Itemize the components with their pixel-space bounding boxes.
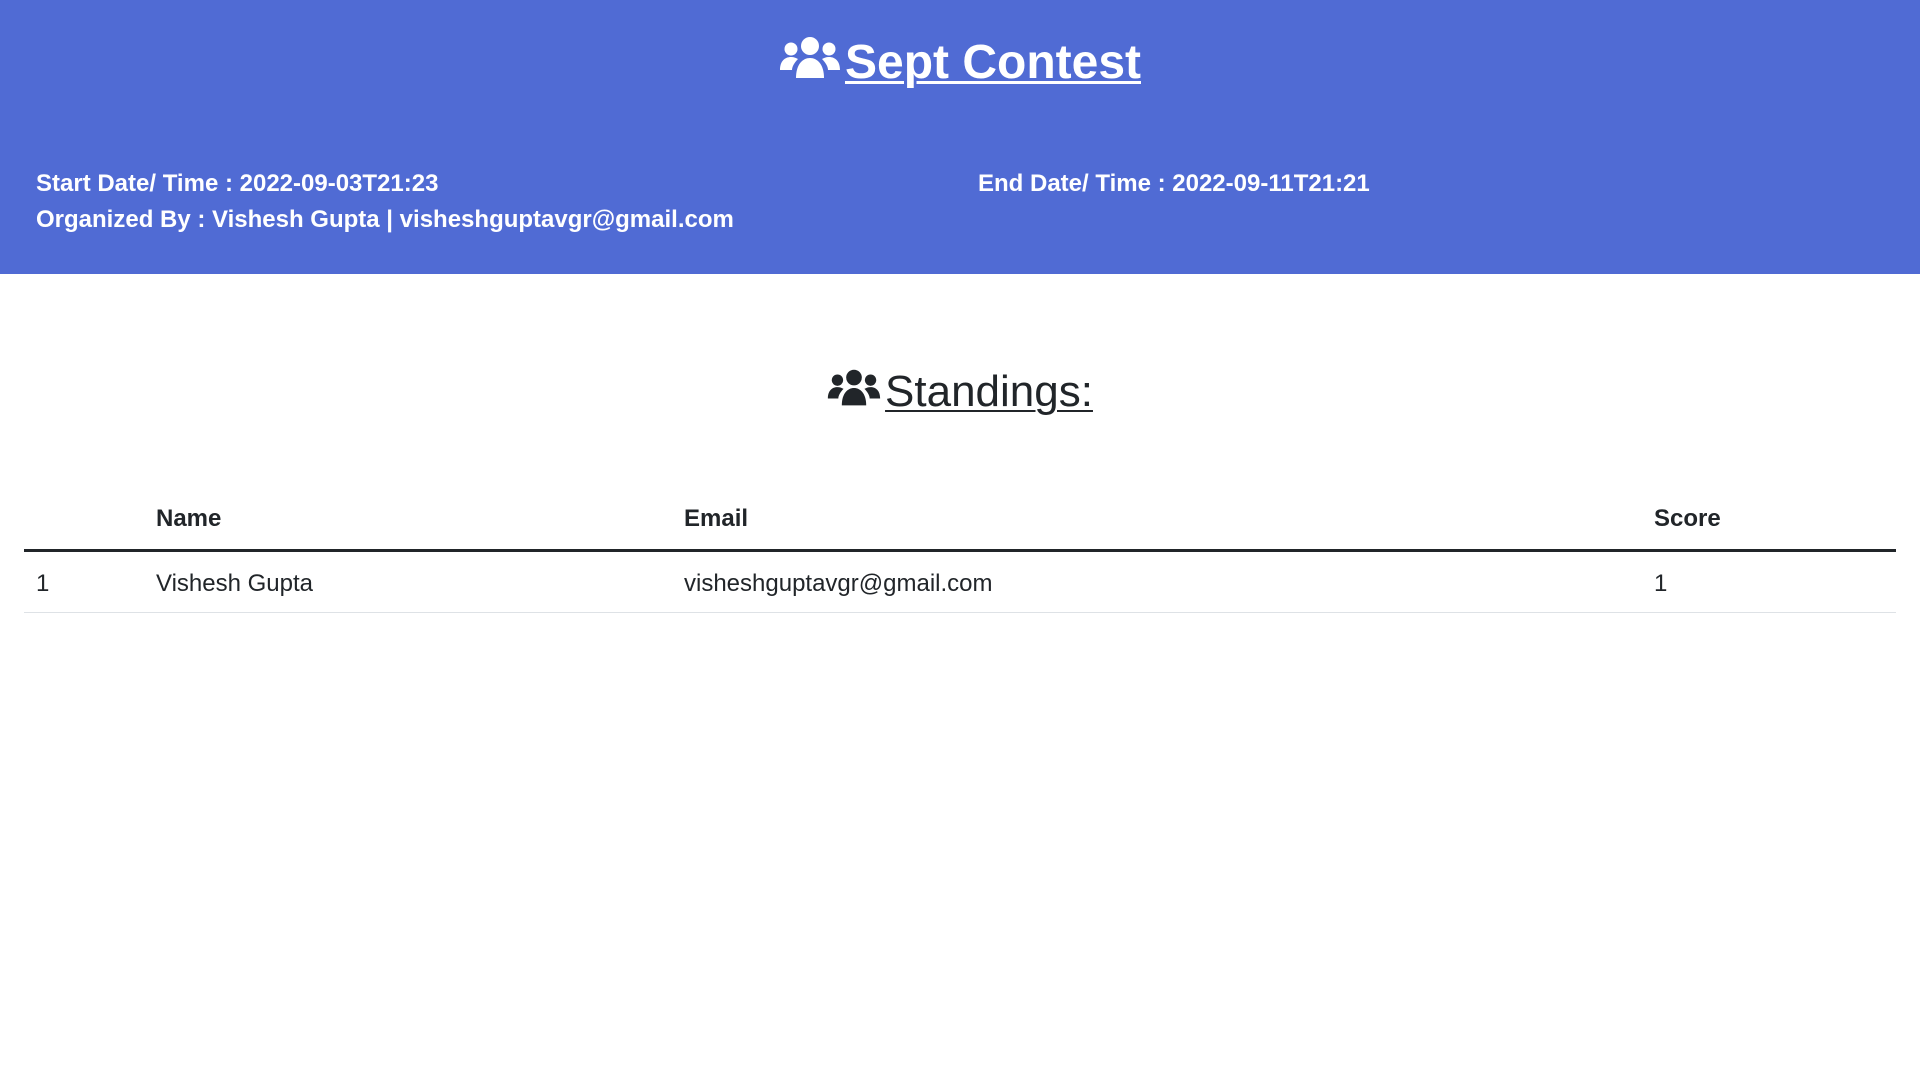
start-datetime: Start Date/ Time : 2022-09-03T21:23 xyxy=(36,166,438,202)
users-icon xyxy=(779,37,840,78)
end-datetime: End Date/ Time : 2022-09-11T21:21 xyxy=(978,166,1370,202)
contest-header: Sept Contest Start Date/ Time : 2022-09-… xyxy=(0,0,1920,274)
organized-label: Organized By : xyxy=(36,206,213,233)
standings-table: Name Email Score 1 Vishesh Gupta vishesh… xyxy=(24,494,1896,613)
contest-title: Sept Contest xyxy=(0,30,1920,96)
organized-by: Organized By : Vishesh Gupta | visheshgu… xyxy=(36,202,734,238)
column-header-score: Score xyxy=(1642,494,1896,552)
contest-title-link[interactable]: Sept Contest xyxy=(779,36,1141,89)
cell-score: 1 xyxy=(1642,550,1896,613)
standings-heading: Standings: xyxy=(0,362,1920,422)
standings-table-container: Name Email Score 1 Vishesh Gupta vishesh… xyxy=(24,494,1896,613)
cell-email: visheshguptavgr@gmail.com xyxy=(672,550,1642,613)
table-header-row: Name Email Score xyxy=(24,494,1896,552)
cell-name: Vishesh Gupta xyxy=(144,550,672,613)
contest-title-text: Sept Contest xyxy=(844,36,1141,89)
cell-rank: 1 xyxy=(24,550,144,613)
end-value: 2022-09-11T21:21 xyxy=(1172,170,1370,197)
table-row: 1 Vishesh Gupta visheshguptavgr@gmail.co… xyxy=(24,550,1896,613)
users-icon xyxy=(827,369,881,406)
organizer-value: Vishesh Gupta | visheshguptavgr@gmail.co… xyxy=(212,206,734,233)
column-header-rank xyxy=(24,494,144,552)
standings-title-text: Standings: xyxy=(885,367,1093,416)
column-header-email: Email xyxy=(672,494,1642,552)
end-label: End Date/ Time : xyxy=(978,170,1173,197)
start-label: Start Date/ Time : xyxy=(36,170,240,197)
start-value: 2022-09-03T21:23 xyxy=(239,170,439,197)
column-header-name: Name xyxy=(144,494,672,552)
